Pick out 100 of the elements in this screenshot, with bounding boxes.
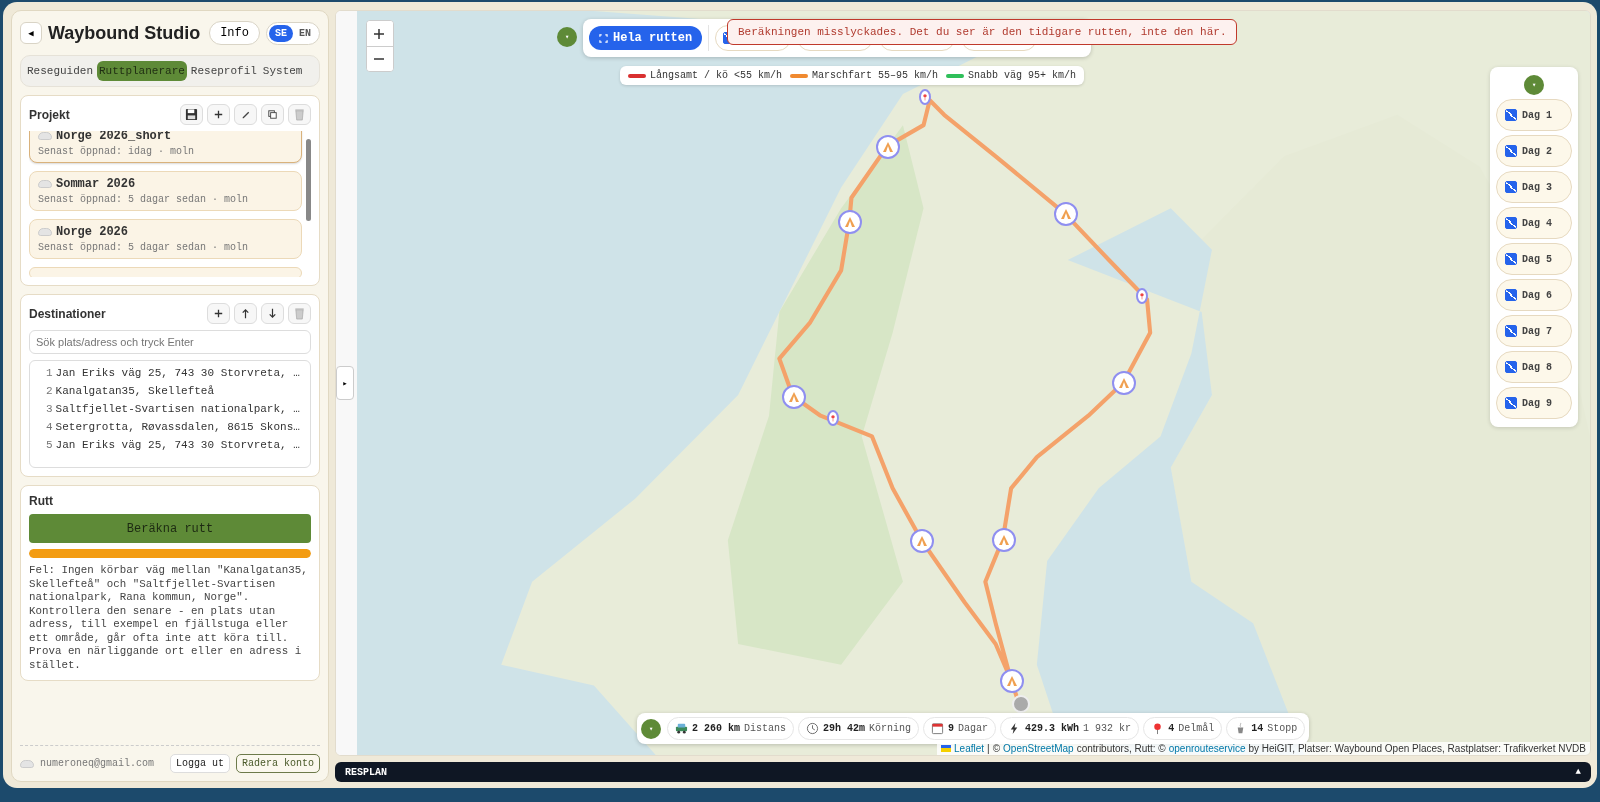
destination-item[interactable]: Setergrotta, Røvassdalen, 8615 Skons… bbox=[55, 421, 300, 433]
row-number: 4 bbox=[46, 421, 53, 433]
day-filter-chip[interactable]: Dag 7 bbox=[1496, 315, 1572, 347]
trash-icon bbox=[293, 307, 306, 320]
delete-account-button[interactable]: Radera konto bbox=[236, 754, 320, 773]
day-label: Dag 3 bbox=[1522, 181, 1552, 193]
project-item[interactable]: Sommar 2026 Senast öppnad: 5 dagar sedan · moln bbox=[29, 171, 302, 211]
row-number: 3 bbox=[46, 403, 53, 415]
car-icon bbox=[675, 722, 688, 735]
attribution-text: contributors, Rutt: © bbox=[1076, 743, 1166, 754]
account-email: numeroneq@gmail.com bbox=[40, 758, 156, 769]
day-filter-chip[interactable]: Dag 4 bbox=[1496, 207, 1572, 239]
stat-label: Distans bbox=[744, 723, 787, 734]
stat-label: Delmål bbox=[1178, 723, 1215, 734]
project-item[interactable]: Norge 2026 Senast öppnad: 5 dagar sedan · moln bbox=[29, 219, 302, 259]
tab[interactable]: Reseguiden bbox=[25, 61, 95, 81]
day-label: Dag 4 bbox=[1522, 217, 1552, 229]
day-label: Dag 7 bbox=[1522, 325, 1552, 337]
stat-value: 2 260 km bbox=[692, 723, 740, 734]
cloud-icon bbox=[38, 228, 52, 236]
checkbox[interactable] bbox=[1505, 289, 1517, 301]
plus-icon bbox=[373, 27, 385, 40]
stat-value: 14 bbox=[1251, 723, 1264, 734]
project-name: Norge 2026_short bbox=[56, 131, 172, 143]
day-label: Dag 5 bbox=[1522, 253, 1552, 265]
checkbox[interactable] bbox=[1505, 217, 1517, 229]
move-down-button[interactable] bbox=[261, 303, 284, 324]
expand-button[interactable]: ▲ bbox=[1575, 767, 1581, 777]
save-button[interactable] bbox=[180, 104, 203, 125]
day-filter-chip[interactable]: Dag 1 bbox=[1496, 99, 1572, 131]
tab[interactable]: System bbox=[260, 61, 305, 81]
legend-label: Snabb väg 95+ km/h bbox=[968, 70, 1077, 81]
checkbox[interactable] bbox=[1505, 325, 1517, 337]
day-filter-chip[interactable]: Dag 6 bbox=[1496, 279, 1572, 311]
stat-value: 4 bbox=[1168, 723, 1175, 734]
legend-label: Marschfart 55–95 km/h bbox=[812, 70, 939, 81]
day-filter-chip[interactable]: Dag 8 bbox=[1496, 351, 1572, 383]
project-name: Norge 2026 bbox=[56, 225, 128, 239]
row-number: 2 bbox=[46, 385, 53, 397]
day-label: Dag 8 bbox=[1522, 361, 1552, 373]
day-filter-chip[interactable]: Dag 9 bbox=[1496, 387, 1572, 419]
checkbox[interactable] bbox=[1505, 145, 1517, 157]
tab[interactable]: Ruttplanerare bbox=[97, 61, 187, 81]
project-subtitle: Senast öppnad: 5 dagar sedan · moln bbox=[38, 194, 250, 205]
calendar-icon bbox=[931, 722, 945, 735]
clock-icon bbox=[806, 722, 820, 735]
plan-bar-title: RESPLAN bbox=[345, 766, 387, 778]
search-field[interactable]: Sök plats/adress och tryck Enter bbox=[29, 330, 311, 354]
stat-label: 1 932 kr bbox=[1083, 723, 1132, 734]
destination-item[interactable]: Jan Eriks väg 25, 743 30 Storvreta, … bbox=[55, 367, 300, 379]
row-number: 5 bbox=[46, 439, 53, 451]
language-option[interactable]: SE bbox=[268, 24, 293, 42]
day-filter-chip[interactable]: Dag 2 bbox=[1496, 135, 1572, 167]
attribution-link[interactable]: openrouteservice bbox=[1168, 743, 1246, 754]
flag-icon bbox=[941, 745, 952, 752]
destination-item[interactable]: Kanalgatan35, Skellefteå bbox=[55, 385, 215, 397]
move-up-button[interactable] bbox=[234, 303, 257, 324]
row-number: 1 bbox=[46, 367, 53, 379]
section-title: Rutt bbox=[29, 494, 54, 508]
day-filter-chip[interactable]: Dag 3 bbox=[1496, 171, 1572, 203]
destination-item[interactable]: Saltfjellet-Svartisen nationalpark, … bbox=[55, 403, 300, 415]
attribution-text: | bbox=[987, 743, 990, 754]
attribution-link[interactable]: OpenStreetMap bbox=[1003, 743, 1074, 754]
fit-route-button[interactable]: Hela rutten bbox=[589, 26, 703, 50]
checkbox[interactable] bbox=[1505, 109, 1517, 121]
zoom-out-button[interactable] bbox=[367, 46, 393, 71]
language-option[interactable]: EN bbox=[293, 24, 317, 42]
save-icon bbox=[185, 108, 198, 121]
cloud-icon bbox=[38, 132, 52, 140]
section-title: Destinationer bbox=[29, 306, 106, 321]
attribution-link[interactable]: Leaflet bbox=[954, 743, 985, 754]
calculate-route-button[interactable]: Beräkna rutt bbox=[29, 514, 311, 543]
info-button[interactable]: Info bbox=[209, 21, 260, 45]
trash-icon bbox=[293, 108, 306, 121]
checkbox[interactable] bbox=[1505, 361, 1517, 373]
scrollbar[interactable] bbox=[306, 139, 311, 221]
error-message: Fel: Ingen körbar väg mellan "Kanalgatan35, Skellefteå" och "Saltfjellet-Svartisen nationalpark, Rana kommun, Norge". Kontrollera den senare - en plats utan adress, till exempel en fjällstuga eller ett område, går ofta inte att köra till. Prova en närliggande ort eller en adress i stället. bbox=[29, 564, 309, 672]
checkbox[interactable] bbox=[1505, 181, 1517, 193]
cloud-icon bbox=[20, 759, 34, 768]
project-item[interactable]: Norge 2026_short Senast öppnad: idag · moln bbox=[29, 131, 302, 163]
add-button[interactable] bbox=[207, 303, 230, 324]
project-subtitle: Senast öppnad: idag · moln bbox=[38, 146, 196, 157]
collapse-button[interactable]: ◀ bbox=[20, 22, 42, 44]
duplicate-button[interactable] bbox=[261, 104, 284, 125]
sidebar-toggle-button[interactable]: ▸ bbox=[336, 366, 354, 400]
app-title: Waybound Studio bbox=[48, 22, 202, 44]
stat-label: Stopp bbox=[1267, 723, 1298, 734]
stat-label: Körning bbox=[869, 723, 912, 734]
logout-button[interactable]: Logga ut bbox=[169, 754, 230, 773]
checkbox[interactable] bbox=[1505, 397, 1517, 409]
plus-icon bbox=[212, 307, 225, 320]
day-label: Dag 1 bbox=[1522, 109, 1552, 121]
day-filter-chip[interactable]: Dag 5 bbox=[1496, 243, 1572, 275]
add-button[interactable] bbox=[207, 104, 230, 125]
legend-label: Långsamt / kö <55 km/h bbox=[650, 70, 783, 81]
tab[interactable]: Reseprofil bbox=[188, 61, 259, 81]
error-toast: Beräkningen misslyckades. Det du ser är den tidigare rutten, inte den här. bbox=[727, 19, 1238, 45]
checkbox[interactable] bbox=[1505, 253, 1517, 265]
destination-item[interactable]: Jan Eriks väg 25, 743 30 Storvreta, … bbox=[55, 439, 300, 451]
cloud-icon bbox=[38, 180, 52, 188]
